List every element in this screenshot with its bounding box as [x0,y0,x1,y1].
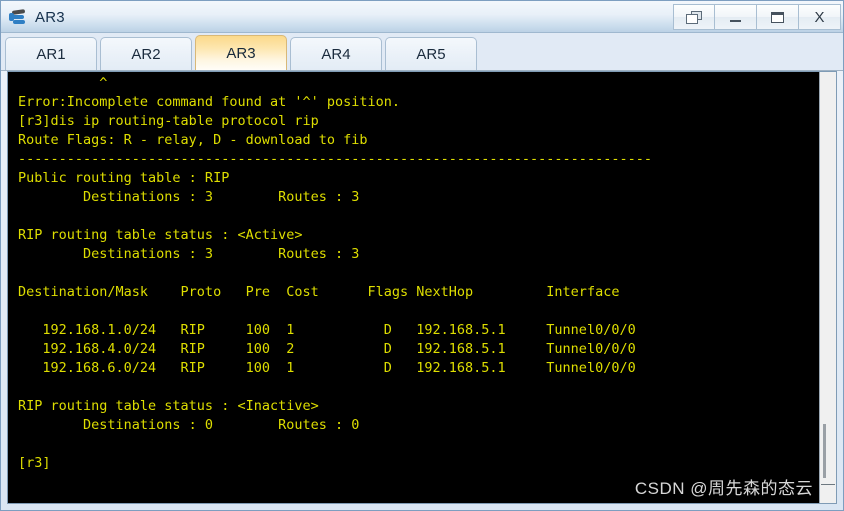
minimize-button[interactable] [715,4,757,30]
close-button[interactable]: X [799,4,841,30]
tab-label: AR3 [226,44,256,62]
terminal-frame: ^ Error:Incomplete command found at '^' … [7,71,837,504]
router-cli-window: AR3 X AR1 AR2 AR3 AR4 AR5 ^ Error:Incomp… [0,0,844,511]
terminal-output[interactable]: ^ Error:Incomplete command found at '^' … [8,72,819,503]
tab-ar4[interactable]: AR4 [290,37,382,70]
window-title: AR3 [35,8,65,26]
scrollbar-thumb[interactable] [823,424,826,478]
terminal-line: RIP routing table status : <Active> [18,227,303,243]
maximize-icon [771,11,784,23]
watermark: CSDN @周先森的态云 [634,479,813,498]
terminal-line: Public routing table : RIP [18,170,230,186]
tab-ar1[interactable]: AR1 [5,37,97,70]
tab-ar3[interactable]: AR3 [195,35,287,70]
title-bar: AR3 X [1,1,843,33]
terminal-table-header: Destination/Mask Proto Pre Cost Flags Ne… [18,284,620,300]
tab-label: AR1 [36,45,66,63]
terminal-line: Destinations : 3 Routes : 3 [18,246,360,262]
tab-ar2[interactable]: AR2 [100,37,192,70]
terminal-line: RIP routing table status : <Inactive> [18,398,319,414]
terminal-line: Destinations : 0 Routes : 0 [18,417,360,433]
terminal-line: Route Flags: R - relay, D - download to … [18,132,368,148]
terminal-line: ^ [18,75,108,91]
terminal-table-row: 192.168.6.0/24 RIP 100 1 D 192.168.5.1 T… [18,360,636,376]
tab-strip: AR1 AR2 AR3 AR4 AR5 [1,33,843,71]
restore-icon [686,10,702,24]
terminal-line: ----------------------------------------… [18,151,652,167]
router-icon [9,7,29,27]
terminal-prompt: [r3] [18,455,51,471]
terminal-table-row: 192.168.4.0/24 RIP 100 2 D 192.168.5.1 T… [18,341,636,357]
tab-ar5[interactable]: AR5 [385,37,477,70]
terminal-table-row: 192.168.1.0/24 RIP 100 1 D 192.168.5.1 T… [18,322,636,338]
terminal-line: Error:Incomplete command found at '^' po… [18,94,401,110]
tab-label: AR2 [131,45,161,63]
terminal-line: [r3]dis ip routing-table protocol rip [18,113,319,129]
tab-label: AR5 [416,45,446,63]
terminal-scrollbar[interactable] [819,72,836,503]
restore-button[interactable] [673,4,715,30]
window-controls: X [673,4,841,30]
maximize-button[interactable] [757,4,799,30]
close-icon: X [814,8,825,26]
terminal-line: Destinations : 3 Routes : 3 [18,189,360,205]
scrollbar-divider [821,484,835,485]
minimize-icon [730,19,741,22]
tab-label: AR4 [321,45,351,63]
